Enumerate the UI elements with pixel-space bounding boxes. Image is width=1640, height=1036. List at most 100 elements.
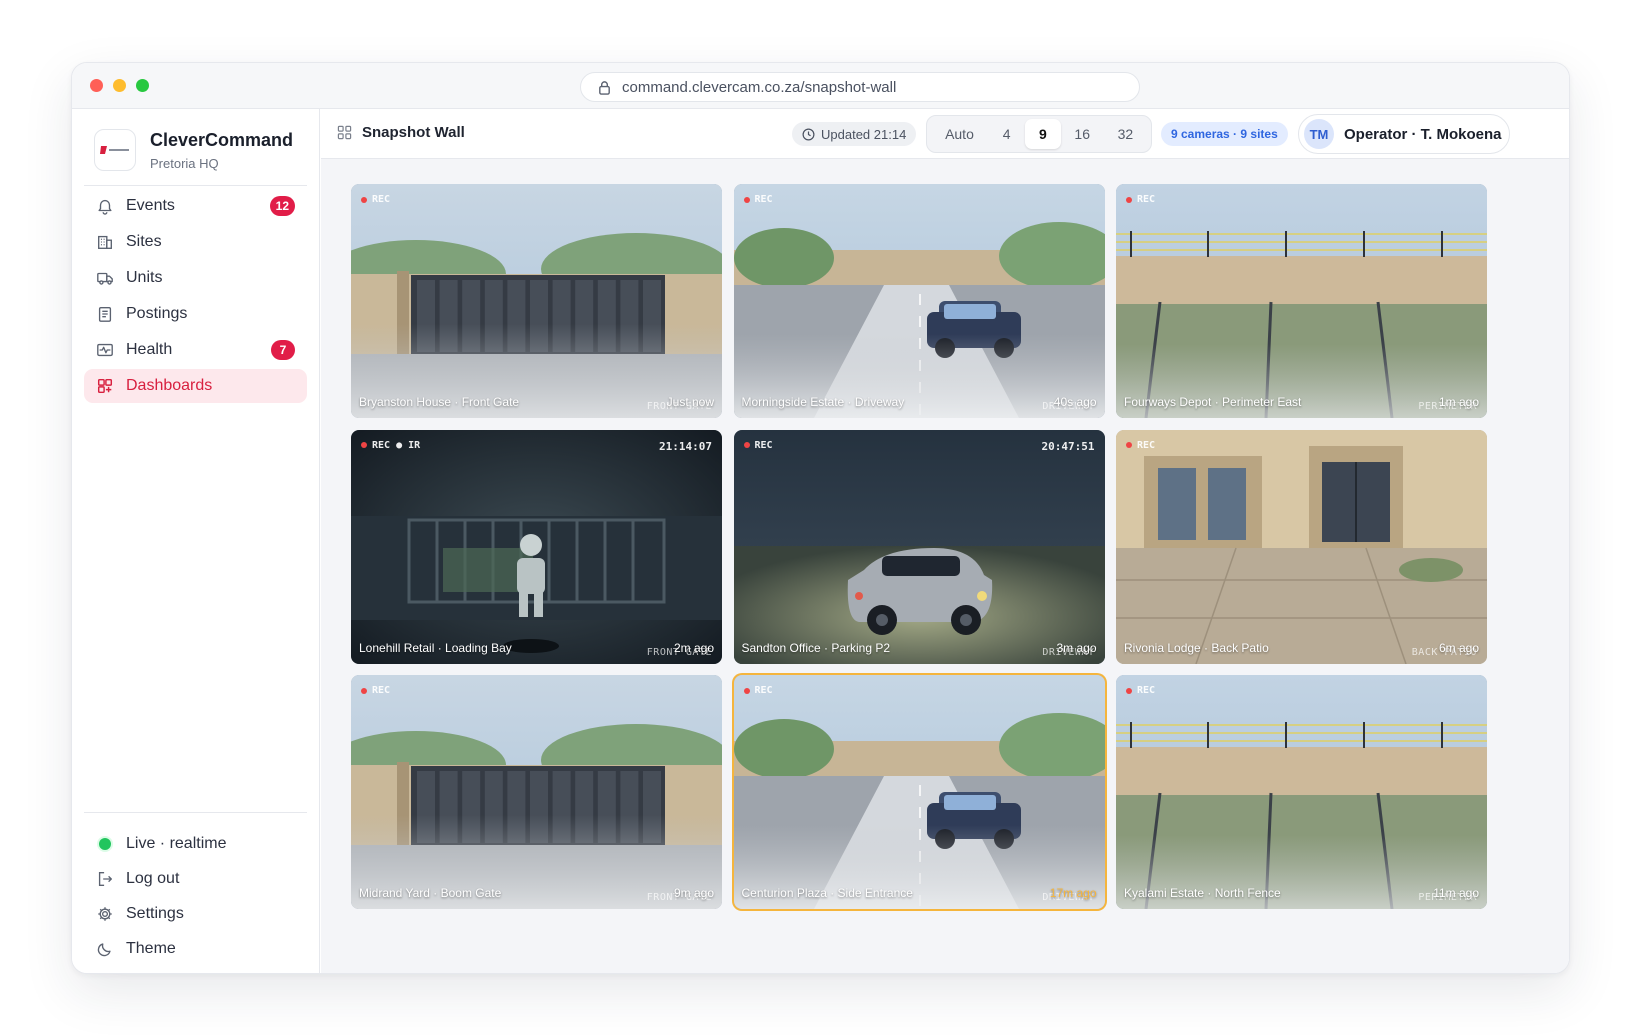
logout-icon — [98, 871, 112, 886]
nav-item-label: Events — [126, 197, 175, 214]
camera-snapshot-image — [351, 675, 722, 909]
page-header: Snapshot Wall Updated 21:14 Auto 4 9 16 … — [321, 109, 1569, 159]
browser-window: command.clevercam.co.za/snapshot-wall Cl… — [71, 62, 1570, 974]
address-bar[interactable]: command.clevercam.co.za/snapshot-wall — [580, 72, 1140, 102]
moon-icon — [97, 942, 111, 956]
camera-name: Sandton Office · Parking P2 — [741, 640, 891, 655]
snapshot-age: 17m ago — [1049, 886, 1097, 900]
nav-item-sites[interactable]: Sites — [84, 225, 307, 259]
camera-name: Midrand Yard · Boom Gate — [359, 886, 502, 900]
close-window-button[interactable] — [90, 79, 103, 92]
brand-name: CleverCommand — [150, 129, 294, 150]
camera-name: Fourways Depot · Perimeter East — [1124, 395, 1302, 409]
snapshot-age: 9m ago — [673, 886, 714, 900]
recording-dot — [1126, 442, 1132, 448]
recording-label: REC — [372, 685, 391, 696]
camera-tile[interactable]: REC Centurion Plaza · Side Entrance DRIV… — [733, 675, 1105, 909]
camera-name: Bryanston House · Front Gate — [359, 395, 520, 409]
health-count-badge: 7 — [271, 340, 295, 360]
camera-tile[interactable]: REC Rivonia Lodge · Back Patio BACK PATI… — [1116, 429, 1487, 664]
recording-indicator: REC — [743, 685, 773, 696]
nav-item-postings[interactable]: Postings — [84, 297, 307, 331]
nav-item-units[interactable]: Units — [84, 261, 307, 295]
camera-count-badge: 9 cameras · 9 sites — [1161, 122, 1288, 146]
page-title-text: Snapshot Wall — [362, 124, 465, 141]
clevercam-logo-icon — [100, 146, 129, 154]
camera-snapshot-image — [1116, 184, 1487, 418]
brand-logo — [94, 129, 136, 171]
camera-name: Morningside Estate · Driveway — [741, 395, 905, 409]
nav-item-events[interactable]: Events 12 — [84, 189, 307, 223]
recording-dot — [743, 196, 750, 203]
nav-item-label: Health — [126, 341, 173, 358]
camera-snapshot-image — [351, 429, 722, 664]
nav-item-label: Units — [126, 269, 163, 286]
clipboard-icon — [98, 307, 112, 322]
recording-dot — [361, 442, 367, 448]
maximize-window-button[interactable] — [136, 79, 149, 92]
camera-snapshot-image — [733, 184, 1105, 418]
operator-menu[interactable]: TM Operator · T. Mokoena — [1298, 114, 1510, 154]
snapshot-age: 11m ago — [1433, 886, 1479, 900]
heartbeat-icon — [97, 343, 113, 357]
recording-dot — [361, 687, 367, 694]
camera-tile[interactable]: REC ● IR 21:14:07 Lonehill Retail · Load… — [351, 429, 722, 664]
logout-button[interactable]: Log out — [84, 861, 307, 896]
recording-indicator: REC — [743, 439, 773, 451]
theme-toggle[interactable]: Theme — [84, 931, 307, 966]
snapshot-age: Just now — [666, 395, 714, 409]
camera-tile[interactable]: REC Morningside Estate · Driveway DRIVEW… — [733, 184, 1105, 418]
recording-dot — [743, 687, 750, 694]
settings-button[interactable]: Settings — [84, 896, 307, 931]
avatar: TM — [1304, 119, 1334, 149]
camera-snapshot-image — [733, 429, 1105, 664]
camera-tile[interactable]: REC 20:47:51 Sandton Office · Parking P2… — [733, 429, 1105, 664]
snapshot-age: 3m ago — [1056, 640, 1097, 655]
recording-label: REC — [1137, 194, 1156, 205]
truck-icon — [97, 272, 113, 285]
browser-titlebar: command.clevercam.co.za/snapshot-wall — [72, 63, 1569, 109]
nav-item-health[interactable]: Health 7 — [84, 333, 307, 367]
layout-option-9[interactable]: 9 — [1025, 119, 1061, 149]
snapshot-age: 6m ago — [1438, 640, 1479, 655]
camera-snapshot-image — [351, 184, 722, 418]
camera-name: Rivonia Lodge · Back Patio — [1124, 640, 1269, 655]
brand-subtitle: Pretoria HQ — [150, 155, 219, 171]
recording-indicator: REC — [1126, 440, 1155, 451]
nav-item-label: Dashboards — [126, 377, 213, 394]
camera-tile[interactable]: REC Bryanston House · Front Gate FRONT G… — [351, 184, 722, 418]
clock-icon — [802, 128, 815, 140]
camera-tile[interactable]: REC Fourways Depot · Perimeter East PERI… — [1116, 184, 1487, 418]
camera-snapshot-image — [1116, 429, 1487, 664]
layout-option-32[interactable]: 32 — [1104, 119, 1147, 149]
recording-label: REC — [372, 194, 391, 205]
sidebar-footer-divider — [84, 812, 307, 813]
grid-icon — [337, 125, 352, 140]
camera-snapshot-image — [1116, 675, 1487, 909]
recording-indicator: REC — [1126, 685, 1155, 696]
live-status: Live · realtime — [84, 826, 307, 861]
sidebar-divider — [84, 185, 307, 186]
recording-dot — [743, 442, 750, 448]
camera-tile[interactable]: REC Midrand Yard · Boom Gate FRONT GATE … — [351, 675, 722, 909]
camera-tile[interactable]: REC Kyalami Estate · North Fence PERIMET… — [1116, 675, 1487, 909]
main-content: Snapshot Wall Updated 21:14 Auto 4 9 16 … — [321, 109, 1569, 973]
operator-name: Operator · T. Mokoena — [1344, 125, 1502, 143]
recording-label: REC — [1137, 685, 1156, 696]
recording-label: REC — [754, 439, 773, 451]
recording-dot — [1126, 196, 1132, 203]
nav-item-label: Sites — [126, 233, 162, 250]
recording-dot — [361, 196, 367, 203]
camera-timestamp: 20:47:51 — [1041, 439, 1095, 453]
minimize-window-button[interactable] — [113, 79, 126, 92]
layout-option-auto[interactable]: Auto — [931, 119, 988, 149]
nav-item-dashboards[interactable]: Dashboards — [84, 369, 307, 403]
theme-label: Theme — [126, 939, 176, 957]
layout-option-4[interactable]: 4 — [988, 119, 1025, 149]
layout-option-16[interactable]: 16 — [1061, 119, 1104, 149]
camera-name: Centurion Plaza · Side Entrance — [741, 886, 913, 900]
camera-timestamp: 21:14:07 — [659, 439, 712, 453]
recording-label: REC — [1137, 439, 1156, 451]
brand: CleverCommand Pretoria HQ — [94, 129, 293, 171]
recording-indicator: REC ● IR — [361, 440, 420, 451]
